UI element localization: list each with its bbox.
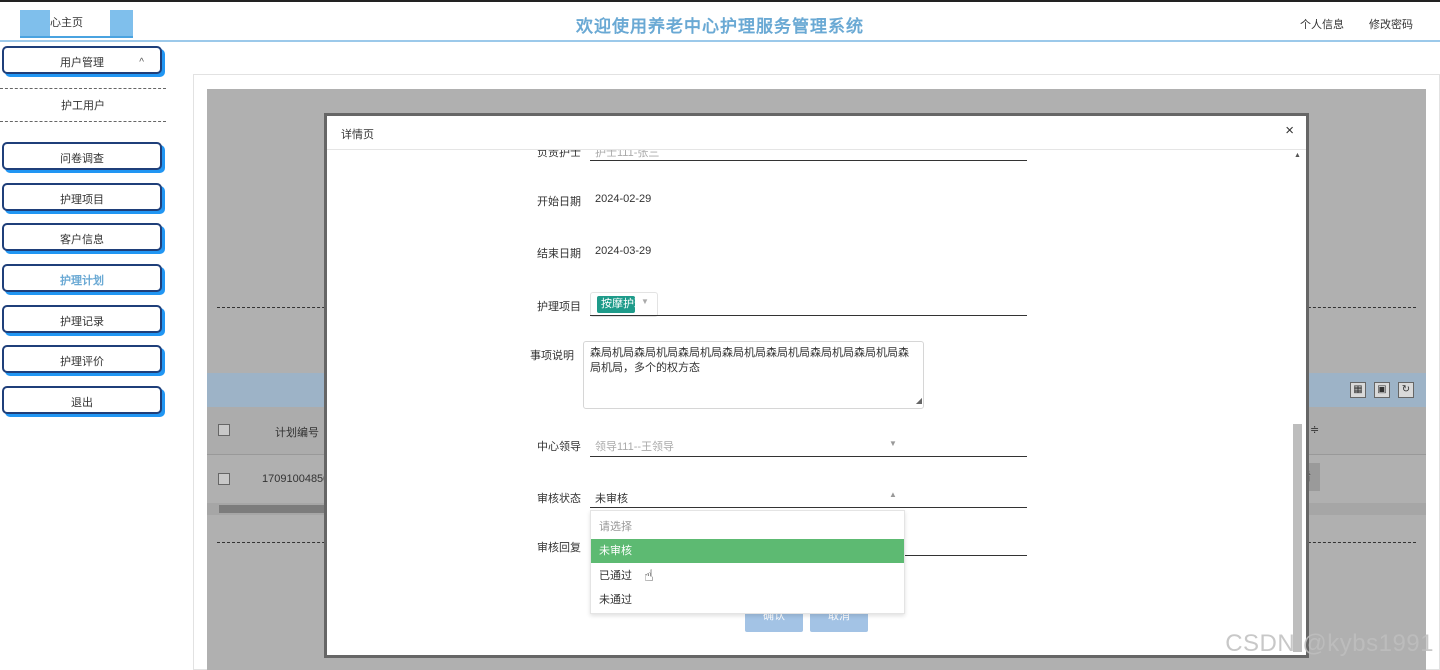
sidebar-item-care-plan[interactable]: 护理计划 xyxy=(2,264,162,292)
care-item-tag: 按摩护理 xyxy=(597,296,635,313)
chevron-up-icon: ^ xyxy=(139,57,144,68)
watermark: CSDN @kybs1991 xyxy=(1225,630,1434,657)
hand-cursor-icon: ☝ xyxy=(644,568,654,585)
select-all-checkbox[interactable] xyxy=(218,424,230,436)
personal-info-link[interactable]: 个人信息 xyxy=(1300,16,1344,32)
nurse-value: 护士111-张三 xyxy=(595,150,660,159)
page-title: 欢迎使用养老中心护理服务管理系统 xyxy=(576,17,864,36)
columns-icon[interactable]: ▦ xyxy=(1350,382,1366,398)
dropdown-option-placeholder[interactable]: 请选择 xyxy=(591,515,904,539)
start-date-value[interactable]: 2024-02-29 xyxy=(595,193,651,205)
field-underline xyxy=(590,456,1027,457)
sidebar-item-logout[interactable]: 退出 xyxy=(2,386,162,414)
vertical-scrollbar[interactable]: ▲ xyxy=(1292,152,1304,652)
audit-status-label: 审核状态 xyxy=(537,493,581,505)
change-password-link[interactable]: 修改密码 xyxy=(1369,16,1413,32)
start-date-label: 开始日期 xyxy=(537,196,581,208)
audit-status-select[interactable]: 未审核 xyxy=(595,490,628,506)
column-header-plan-no[interactable]: 计划编号 xyxy=(275,424,319,440)
sidebar-item-care-evaluation[interactable]: 护理评价 xyxy=(2,345,162,373)
close-icon[interactable]: × xyxy=(1285,122,1294,139)
print-icon[interactable]: ▣ xyxy=(1374,382,1390,398)
sidebar-item-user-management[interactable]: 用户管理 ^ xyxy=(2,46,162,74)
chevron-down-icon: ▼ xyxy=(889,439,897,448)
end-date-value[interactable]: 2024-03-29 xyxy=(595,245,651,257)
refresh-icon[interactable]: ↻ xyxy=(1398,382,1414,398)
description-label: 事项说明 xyxy=(530,350,574,362)
sidebar-item-care-records[interactable]: 护理记录 xyxy=(2,305,162,333)
resize-handle-icon[interactable]: ◢ xyxy=(916,393,922,408)
chevron-up-icon: ▲ xyxy=(889,490,897,499)
field-underline xyxy=(590,315,1027,316)
sidebar-item-questionnaire[interactable]: 问卷调查 xyxy=(2,142,162,170)
dropdown-option-rejected[interactable]: 未通过 xyxy=(591,588,904,612)
sidebar-item-customer-info[interactable]: 客户信息 xyxy=(2,223,162,251)
top-header: 心主页 欢迎使用养老中心护理服务管理系统 个人信息 修改密码 xyxy=(0,0,1440,42)
detail-modal: 详情页 × 负责护士 护士111-张三 开始日期 2024-02-29 结束日期… xyxy=(324,113,1309,658)
end-date-label: 结束日期 xyxy=(537,248,581,260)
nurse-label: 负责护士 xyxy=(537,150,581,159)
sidebar-item-label: 用户管理 xyxy=(60,57,104,69)
sidebar-item-care-items[interactable]: 护理项目 xyxy=(2,183,162,211)
leader-label: 中心领导 xyxy=(537,441,581,453)
dropdown-option-pending[interactable]: 未审核 xyxy=(591,539,904,563)
care-item-label: 护理项目 xyxy=(537,301,581,313)
sidebar-subitem-nurse-users[interactable]: 护工用户 xyxy=(0,88,166,122)
scrollbar-thumb[interactable] xyxy=(1293,424,1302,652)
modal-title: 详情页 xyxy=(341,129,374,141)
sidebar: 用户管理 ^ 护工用户 问卷调查 护理项目 客户信息 护理计划 护理记录 护理评… xyxy=(0,44,168,670)
audit-reply-label: 审核回复 xyxy=(537,542,581,554)
sort-icon[interactable]: ≑ xyxy=(1310,423,1319,436)
chevron-down-icon: ▼ xyxy=(641,297,649,306)
audit-status-dropdown: 请选择 未审核 已通过 未通过 xyxy=(590,510,905,614)
scroll-up-icon[interactable]: ▲ xyxy=(1294,152,1301,159)
row-checkbox[interactable] xyxy=(218,473,230,485)
description-text: 森局机局森局机局森局机局森局机局森局机局森局机局森局机局森局机局，多个的权方态 xyxy=(590,347,909,374)
dropdown-option-approved[interactable]: 已通过 xyxy=(591,564,904,588)
description-textarea[interactable]: 森局机局森局机局森局机局森局机局森局机局森局机局森局机局森局机局，多个的权方态 … xyxy=(583,341,924,409)
field-underline xyxy=(590,507,1027,508)
cell-plan-no: 17091004850 xyxy=(262,473,330,485)
field-underline xyxy=(590,160,1027,161)
leader-value[interactable]: 领导111--王领导 xyxy=(595,438,674,454)
